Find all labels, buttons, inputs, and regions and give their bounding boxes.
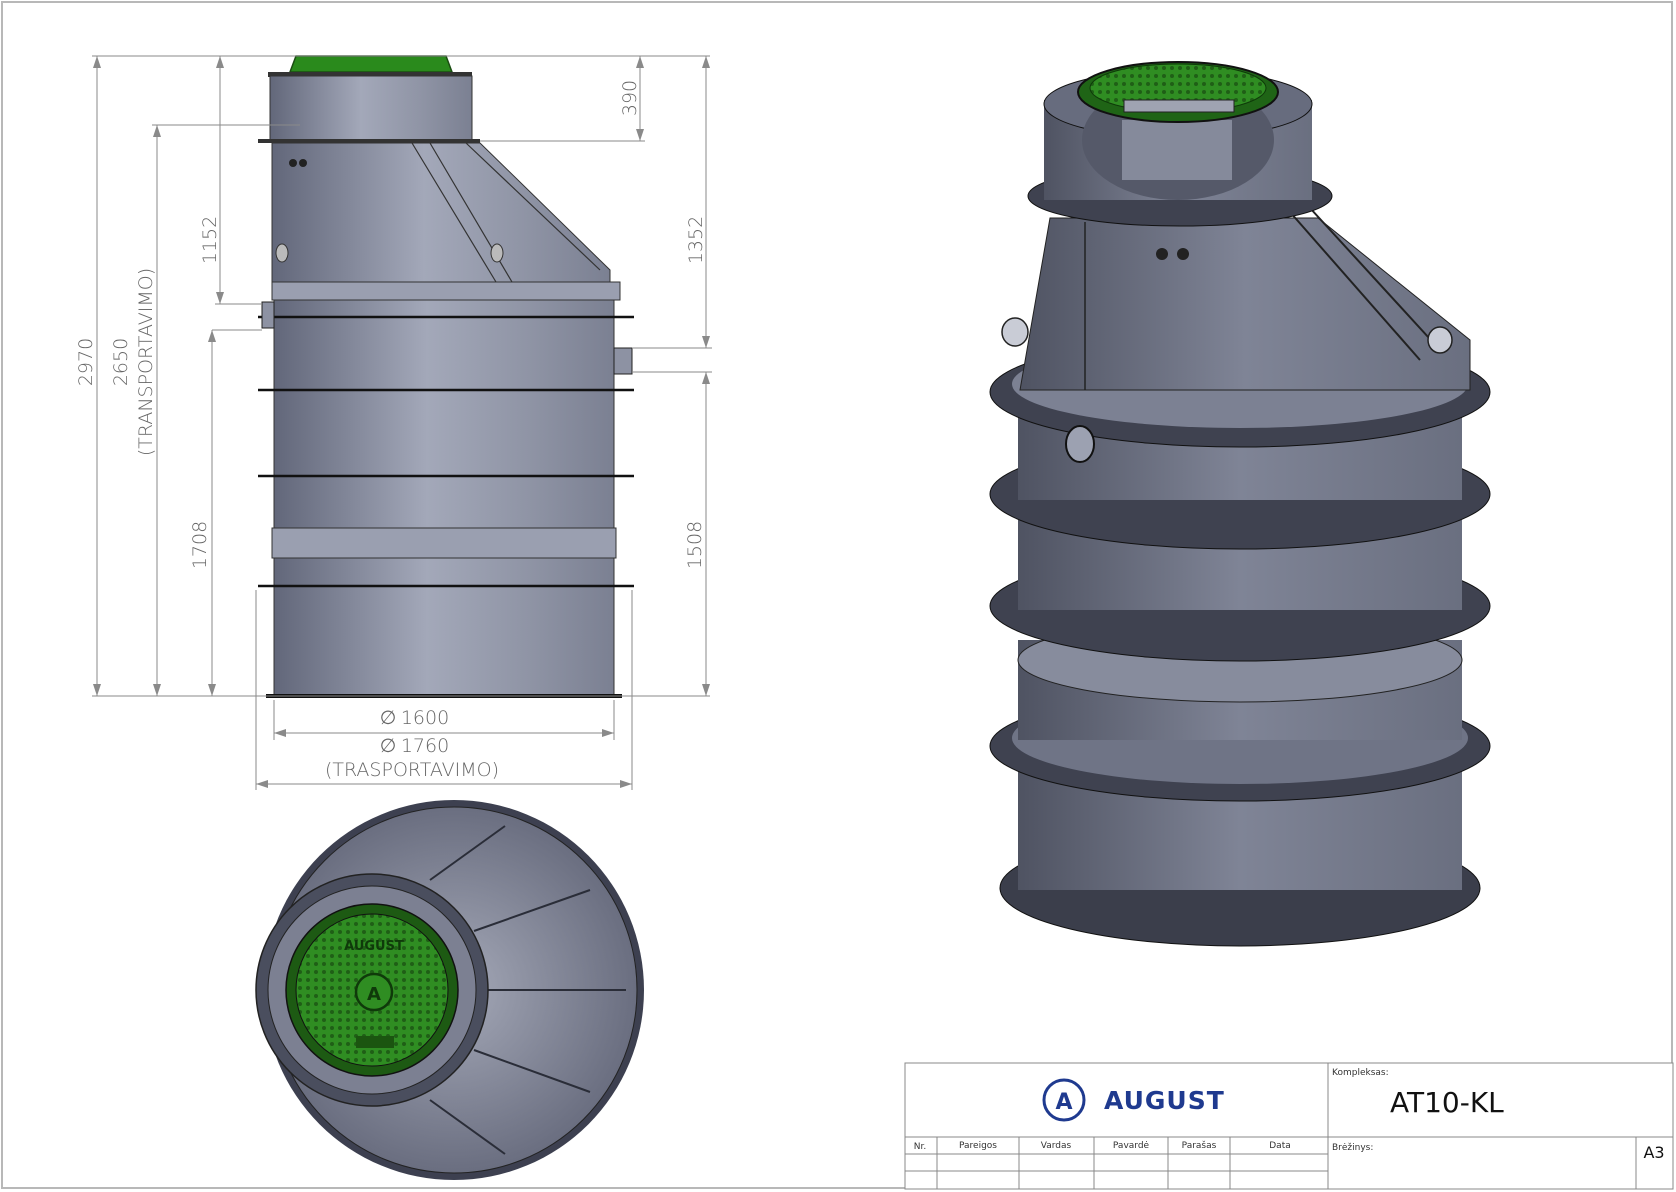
iso-bolt-hole [1177, 248, 1189, 260]
bolt-hole [299, 159, 307, 167]
main-body [273, 299, 615, 697]
kompleksas-label: Kompleksas: [1332, 1068, 1389, 1078]
dia-1600-symbol: ∅ [380, 707, 397, 729]
dim-1508: 1508 [684, 521, 706, 569]
lid-text: AUGUST [344, 939, 404, 954]
dim-1760-note: (TRASPORTAVIMO) [325, 759, 499, 781]
iso-lifting-lug [1001, 317, 1029, 347]
col-nr: Nr. [914, 1142, 926, 1152]
lifting-lug [490, 243, 504, 263]
inlet-pipe [261, 301, 275, 329]
front-elevation [258, 55, 634, 698]
iso-bolt-hole [1156, 248, 1168, 260]
col-data: Data [1269, 1141, 1291, 1151]
dim-2650: 2650 [110, 338, 132, 386]
dim-2650-note: (TRANSPORTAVIMO) [135, 268, 157, 456]
brand-name: AUGUST [1104, 1086, 1225, 1115]
col-vardas: Vardas [1041, 1141, 1072, 1151]
iso-pipe [1065, 425, 1095, 463]
lid-plate [356, 1036, 394, 1048]
brezinys-label: Brėžinys: [1332, 1143, 1373, 1153]
dim-1708: 1708 [189, 521, 211, 569]
dim-dia-1760: 1760 [401, 735, 449, 757]
top-band [271, 281, 621, 301]
drawing-sheet: 390 1152 1352 2970 2650 (TRANSPORTAVIMO)… [0, 0, 1676, 1192]
neck-flange [258, 139, 480, 143]
iso-lid-stem [1122, 120, 1232, 180]
col-parasas: Parašas [1182, 1140, 1217, 1151]
bolt-hole [289, 159, 297, 167]
riser-neck [269, 75, 473, 143]
dim-390: 390 [619, 80, 641, 116]
lid-logo-letter: A [367, 984, 381, 1005]
outlet-pipe [613, 347, 633, 375]
col-pareigos: Pareigos [959, 1141, 997, 1151]
dim-dia-1600: 1600 [401, 707, 449, 729]
iso-cone [1019, 217, 1471, 391]
dim-2970: 2970 [75, 338, 97, 386]
top-view: A AUGUST [255, 800, 644, 1180]
dia-1760-symbol: ∅ [380, 735, 397, 757]
drawing-canvas: 390 1152 1352 2970 2650 (TRANSPORTAVIMO)… [75, 55, 1674, 1190]
cone-section [271, 142, 611, 283]
mid-band [271, 527, 617, 559]
sheet-size: A3 [1643, 1143, 1664, 1162]
iso-lid-frame [1123, 99, 1235, 113]
august-logo-letter: A [1055, 1090, 1072, 1115]
lifting-lug [275, 243, 289, 263]
isometric-view [989, 61, 1491, 947]
col-pavarde: Pavardė [1113, 1141, 1150, 1151]
dim-1352: 1352 [685, 216, 707, 264]
lid-green [288, 55, 454, 73]
iso-lifting-lug [1427, 326, 1453, 354]
title-block [904, 1062, 1674, 1190]
dim-1152: 1152 [199, 216, 221, 264]
kompleksas-value: AT10-KL [1390, 1086, 1504, 1119]
